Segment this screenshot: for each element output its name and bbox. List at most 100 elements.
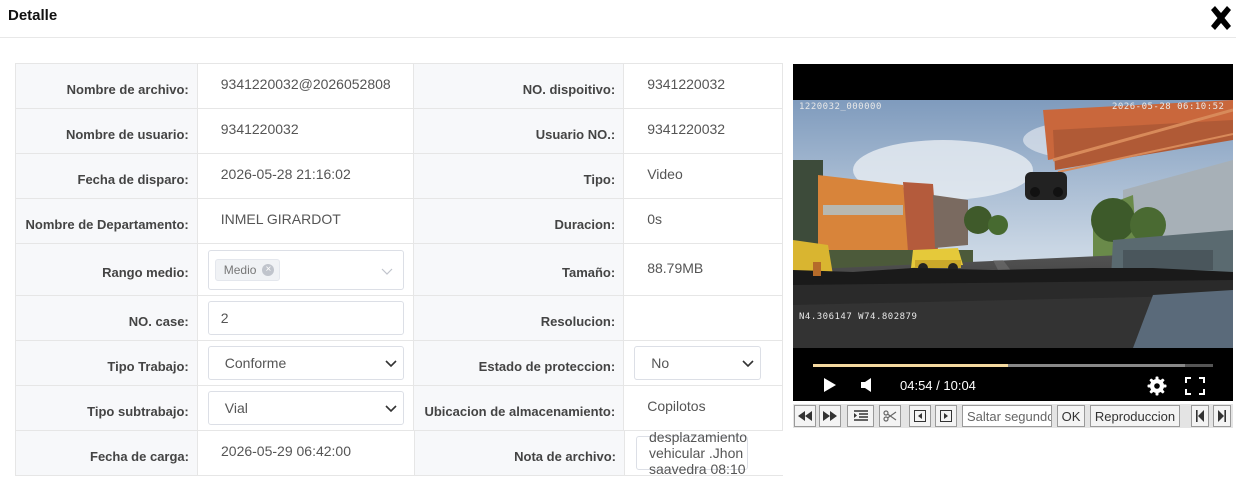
size-label: Tamaño:: [414, 244, 625, 295]
list-button[interactable]: [847, 405, 874, 427]
rewind-button[interactable]: [794, 405, 816, 427]
time-display: 04:54 / 10:04: [900, 378, 976, 393]
row-upload-date: Fecha de carga: 2026-05-29 06:42:00 Nota…: [16, 429, 783, 477]
storage-label: Ubicacion de almacenamiento:: [414, 386, 625, 430]
trigger-date-label: Fecha de disparo:: [16, 154, 198, 198]
user-name-label: Nombre de usuario:: [16, 109, 198, 153]
chevron-down-icon: [742, 360, 754, 368]
chevron-down-icon: [381, 268, 393, 275]
user-no-value: 9341220032: [624, 109, 783, 153]
row-work-subtype: Tipo subtrabajo: Vial Ubicacion de almac…: [16, 386, 784, 431]
note-input[interactable]: desplazamiento vehicular .Jhon saavedra …: [636, 429, 749, 477]
type-value: Video: [624, 154, 783, 198]
close-button[interactable]: [1206, 4, 1236, 34]
medium-range-tag-label: Medio: [223, 262, 257, 277]
clip-button[interactable]: [879, 405, 901, 427]
trigger-date-value: 2026-05-28 21:16:02: [198, 154, 415, 198]
skip-start-icon: [1196, 410, 1204, 422]
type-label: Tipo:: [414, 154, 625, 198]
next-frame-button[interactable]: [935, 405, 957, 427]
protection-select[interactable]: No: [634, 346, 762, 380]
row-department: Nombre de Departamento: INMEL GIRARDOT D…: [16, 199, 783, 244]
skip-end-button[interactable]: [1213, 405, 1231, 427]
case-no-label: NO. case:: [16, 296, 198, 340]
row-file-name: Nombre de archivo: 9341220032@2026052808…: [16, 64, 783, 109]
progress-played: [813, 364, 1008, 367]
protection-cell: No: [624, 341, 783, 385]
skip-end-icon: [1218, 410, 1226, 422]
file-name-label: Nombre de archivo:: [16, 64, 198, 108]
seek-seconds-input[interactable]: [962, 405, 1052, 427]
tag-remove-icon[interactable]: ×: [262, 263, 275, 276]
user-name-value: 9341220032: [198, 109, 415, 153]
fullscreen-icon: [1185, 377, 1205, 395]
volume-button[interactable]: [860, 377, 874, 398]
upload-date-label: Fecha de carga:: [16, 431, 198, 475]
fast-forward-icon: [823, 411, 837, 421]
size-value: 88.79MB: [624, 244, 784, 295]
case-no-value: 2: [220, 310, 229, 326]
close-icon: [1211, 6, 1231, 30]
prev-frame-icon: [914, 410, 926, 422]
video-scene: [793, 100, 1233, 348]
medium-range-select[interactable]: Medio ×: [207, 249, 404, 290]
next-frame-icon: [940, 410, 952, 422]
dialog-title: Detalle: [8, 7, 58, 24]
department-value: INMEL GIRARDOT: [198, 199, 415, 243]
medium-range-tag: Medio ×: [214, 258, 281, 281]
play-button[interactable]: [823, 377, 837, 398]
fast-forward-button[interactable]: [819, 405, 841, 427]
protection-label: Estado de proteccion:: [414, 341, 625, 385]
scissors-icon: [883, 410, 897, 422]
duration-value: 0s: [624, 199, 783, 243]
storage-value: Copilotos: [624, 386, 784, 430]
list-icon: [853, 410, 868, 421]
volume-icon: [861, 378, 871, 392]
note-value: desplazamiento vehicular .Jhon saavedra …: [649, 429, 748, 477]
row-work-type: Tipo Trabajo: Conforme Estado de protecc…: [16, 341, 783, 386]
case-no-cell: 2: [198, 296, 415, 340]
resolution-label: Resolucion:: [414, 296, 625, 340]
settings-button[interactable]: [1147, 376, 1167, 401]
user-no-label: Usuario NO.:: [414, 109, 625, 153]
work-type-select[interactable]: Conforme: [207, 346, 404, 380]
work-type-label: Tipo Trabajo:: [16, 341, 198, 385]
work-subtype-select[interactable]: Vial: [207, 391, 404, 425]
overlay-gps: N4.306147 W74.802879: [799, 312, 918, 322]
progress-bar[interactable]: [813, 364, 1213, 367]
chevron-down-icon: [385, 360, 397, 368]
work-subtype-cell: Vial: [198, 386, 415, 430]
case-no-input[interactable]: 2: [207, 301, 404, 335]
fullscreen-button[interactable]: [1185, 377, 1205, 400]
overlay-camera-id: 1220032_000000: [799, 102, 882, 112]
playback-button[interactable]: Reproduccion: [1090, 405, 1180, 427]
play-icon: [824, 378, 836, 392]
protection-value: No: [651, 355, 670, 371]
note-label: Nota de archivo:: [415, 431, 625, 475]
device-no-label: NO. dispoitivo:: [414, 64, 625, 108]
chevron-down-icon: [385, 405, 397, 413]
file-name-value: 9341220032@2026052808: [198, 64, 415, 108]
work-type-cell: Conforme: [198, 341, 415, 385]
work-type-value: Conforme: [224, 355, 287, 371]
skip-start-button[interactable]: [1191, 405, 1209, 427]
video-player[interactable]: 1220032_000000 2026-05-28 06:10:52 N4.30…: [793, 64, 1233, 401]
work-subtype-label: Tipo subtrabajo:: [16, 386, 198, 430]
medium-range-cell: Medio ×: [198, 244, 415, 295]
work-subtype-value: Vial: [224, 400, 248, 416]
prev-frame-button[interactable]: [909, 405, 931, 427]
resolution-value: [624, 296, 784, 340]
dialog-header: Detalle: [0, 0, 1236, 38]
row-trigger-date: Fecha de disparo: 2026-05-28 21:16:02 Ti…: [16, 154, 783, 199]
medium-range-label: Rango medio:: [16, 244, 198, 295]
detail-grid: Nombre de archivo: 9341220032@2026052808…: [15, 63, 784, 477]
device-no-value: 9341220032: [624, 64, 783, 108]
upload-date-value: 2026-05-29 06:42:00: [198, 431, 415, 475]
row-medium-range: Rango medio: Medio × Tamaño: 88.79MB: [16, 244, 784, 296]
row-case-no: NO. case: 2 Resolucion:: [16, 296, 784, 341]
ok-button[interactable]: OK: [1057, 405, 1085, 427]
gear-icon: [1147, 376, 1167, 396]
department-label: Nombre de Departamento:: [16, 199, 198, 243]
duration-label: Duracion:: [414, 199, 625, 243]
video-frame[interactable]: 1220032_000000 2026-05-28 06:10:52 N4.30…: [793, 100, 1233, 348]
